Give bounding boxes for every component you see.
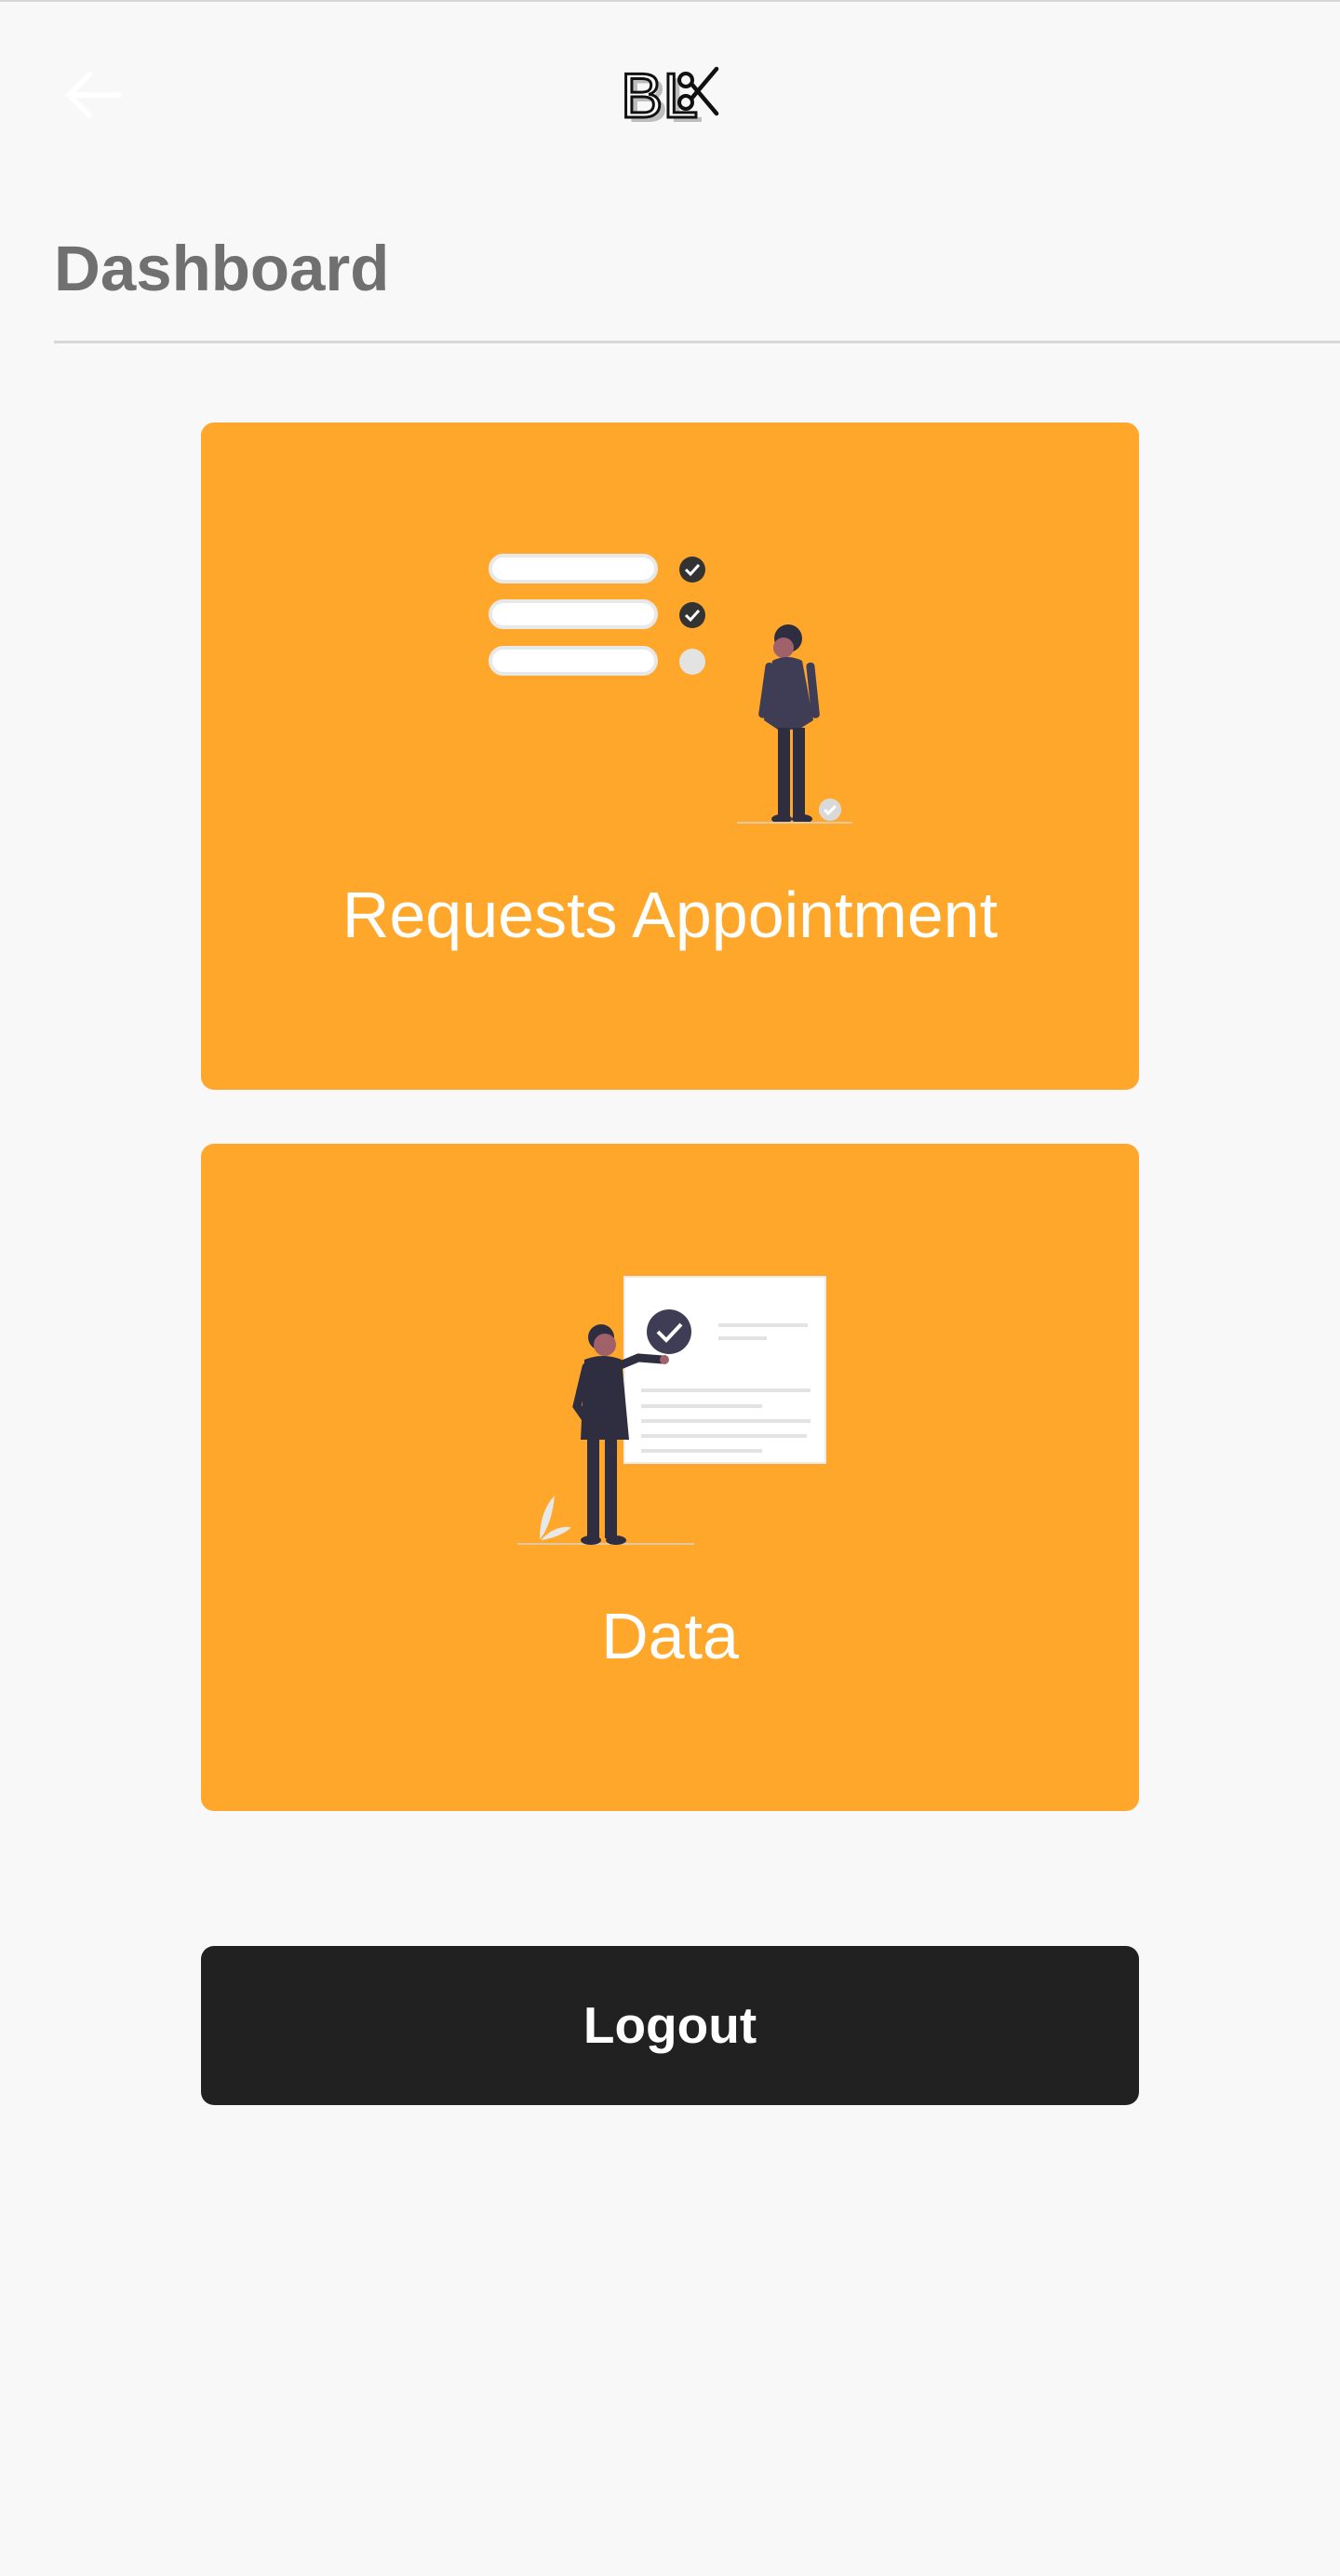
checklist-illustration bbox=[489, 554, 852, 824]
back-button[interactable] bbox=[58, 67, 128, 123]
logout-button[interactable]: Logout bbox=[201, 1946, 1139, 2105]
dashboard-screen: BL BL Dashboard Requests Appointment Dat… bbox=[0, 0, 1340, 2576]
requests-appointment-card[interactable]: Requests Appointment bbox=[201, 423, 1139, 1090]
app-logo: BL BL bbox=[614, 58, 726, 136]
page-title: Dashboard bbox=[54, 233, 390, 304]
requests-appointment-label: Requests Appointment bbox=[342, 879, 998, 951]
data-label: Data bbox=[601, 1600, 739, 1672]
document-illustration bbox=[517, 1276, 826, 1545]
title-divider bbox=[54, 341, 1340, 343]
data-card[interactable]: Data bbox=[201, 1144, 1139, 1811]
arrow-left-icon bbox=[66, 72, 122, 118]
